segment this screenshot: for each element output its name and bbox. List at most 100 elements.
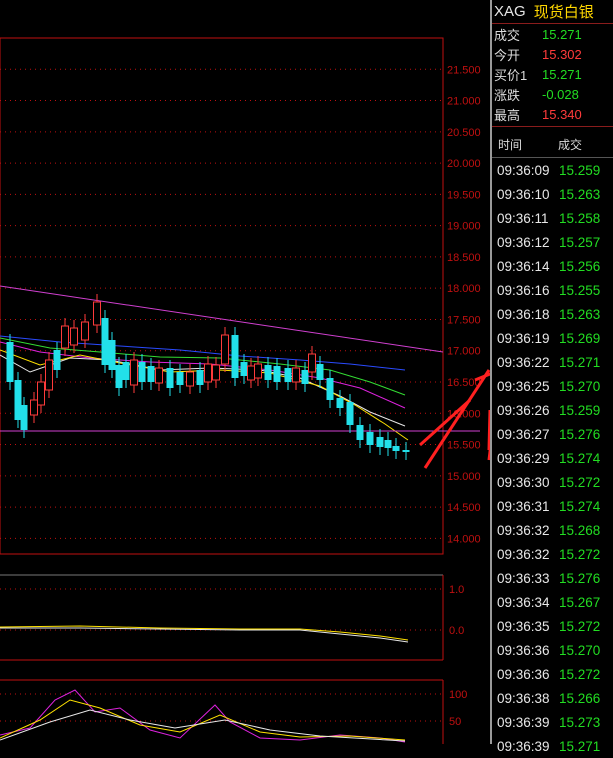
price-tick-label: 14.000 <box>447 533 481 545</box>
tick-row[interactable]: 09:36:09 15.259 <box>492 158 613 182</box>
candle-body <box>308 353 316 373</box>
tick-row[interactable]: 09:36:29 15.274 <box>492 446 613 470</box>
tick-row[interactable]: 09:36:12 15.257 <box>492 230 613 254</box>
quote-value: 15.271 <box>542 26 582 42</box>
tick-row[interactable]: 09:36:31 15.274 <box>492 494 613 518</box>
quote-side-panel: XAG 现货白银 成交 15.271 今开 15.302 买价1 15.271 涨跌 -0.0… <box>490 0 613 754</box>
candle-body <box>204 363 212 383</box>
tick-time: 09:36:34 <box>497 594 550 610</box>
candle-body <box>130 359 138 386</box>
quote-row: 买价1 15.271 <box>492 64 613 84</box>
tick-time: 09:36:32 <box>497 522 550 538</box>
tick-price: 15.267 <box>559 594 601 610</box>
candle-body <box>53 350 61 370</box>
tick-time: 09:36:12 <box>497 234 550 250</box>
candle-body <box>240 362 248 376</box>
candle-body <box>301 370 309 384</box>
price-tick-label: 20.500 <box>447 127 481 139</box>
tick-table[interactable]: 09:36:09 15.259 09:36:10 15.263 09:36:11 15.2… <box>492 158 613 758</box>
tick-row[interactable]: 09:36:25 15.270 <box>492 374 613 398</box>
candle-body <box>45 359 53 391</box>
tick-row[interactable]: 09:36:10 15.263 <box>492 182 613 206</box>
candle-body <box>30 399 38 416</box>
indicator1-tick-label: 1.0 <box>449 584 464 596</box>
tick-time: 09:36:27 <box>497 426 550 442</box>
tick-row[interactable]: 09:36:26 15.259 <box>492 398 613 422</box>
tick-time: 09:36:29 <box>497 450 550 466</box>
candle-body <box>122 362 130 380</box>
tick-time: 09:36:31 <box>497 498 550 514</box>
tick-price: 15.270 <box>559 378 601 394</box>
tick-price: 15.272 <box>559 618 601 634</box>
tick-time: 09:36:35 <box>497 618 550 634</box>
instrument-symbol: XAG <box>494 3 526 20</box>
tick-row[interactable]: 09:36:19 15.269 <box>492 326 613 350</box>
tick-row[interactable]: 09:36:32 15.272 <box>492 542 613 566</box>
candle-body <box>20 405 28 430</box>
tick-row[interactable]: 09:36:22 15.271 <box>492 350 613 374</box>
tick-time: 09:36:16 <box>497 282 550 298</box>
price-tick-label: 15.000 <box>447 471 481 483</box>
price-tick-label: 20.000 <box>447 158 481 170</box>
indicator2-k-line <box>0 689 406 743</box>
tick-row[interactable]: 09:36:39 15.273 <box>492 710 613 734</box>
candle-body <box>70 327 78 346</box>
tick-time: 09:36:38 <box>497 690 550 706</box>
quote-value: 15.271 <box>542 66 582 82</box>
tick-row[interactable]: 09:36:14 15.256 <box>492 254 613 278</box>
tick-time: 09:36:39 <box>497 738 550 754</box>
moving-average-line <box>0 337 406 396</box>
candle-body <box>247 365 255 381</box>
tick-row[interactable]: 09:36:39 15.271 <box>492 734 613 758</box>
quote-summary: 成交 15.271 今开 15.302 买价1 15.271 涨跌 -0.028 最高 15.34… <box>492 24 613 127</box>
tick-row[interactable]: 09:36:38 15.266 <box>492 686 613 710</box>
kline-chart-area[interactable]: 21.500 21.000 20.500 20.000 19.500 19.000 18.5… <box>0 0 490 744</box>
candle-body <box>138 362 146 382</box>
tick-row[interactable]: 09:36:11 15.258 <box>492 206 613 230</box>
price-tick-label: 17.500 <box>447 314 481 326</box>
kline-chart-svg[interactable]: 21.500 21.000 20.500 20.000 19.500 19.000 18.5… <box>0 0 490 744</box>
indicator2-d-line <box>0 699 406 741</box>
indicator1-tick-label: 0.0 <box>449 625 464 637</box>
tick-row[interactable]: 09:36:27 15.276 <box>492 422 613 446</box>
candle-body <box>366 432 374 445</box>
candle-body <box>273 366 281 382</box>
tick-row[interactable]: 09:36:18 15.263 <box>492 302 613 326</box>
tick-row[interactable]: 09:36:35 15.272 <box>492 614 613 638</box>
price-tick-label: 21.500 <box>447 64 481 76</box>
instrument-header[interactable]: XAG 现货白银 <box>492 0 613 24</box>
tick-row[interactable]: 09:36:34 15.267 <box>492 590 613 614</box>
price-tick-label: 17.000 <box>447 346 481 358</box>
tick-row[interactable]: 09:36:30 15.272 <box>492 470 613 494</box>
tick-price: 15.273 <box>559 714 601 730</box>
tick-price: 15.272 <box>559 546 601 562</box>
tick-row[interactable]: 09:36:32 15.268 <box>492 518 613 542</box>
tick-time: 09:36:22 <box>497 354 550 370</box>
tick-col-price: 成交 <box>558 137 583 152</box>
tick-price: 15.255 <box>559 282 601 298</box>
tick-price: 15.263 <box>559 306 601 322</box>
candle-body <box>115 365 123 388</box>
price-tick-label: 14.500 <box>447 502 481 514</box>
tick-row[interactable]: 09:36:33 15.276 <box>492 566 613 590</box>
candle-body <box>346 402 354 425</box>
candle-body <box>402 450 410 452</box>
tick-row[interactable]: 09:36:16 15.255 <box>492 278 613 302</box>
tick-row[interactable]: 09:36:36 15.270 <box>492 638 613 662</box>
tick-time: 09:36:25 <box>497 378 550 394</box>
quote-label: 涨跌 <box>494 87 521 103</box>
tick-time: 09:36:09 <box>497 162 550 178</box>
candle-body <box>81 321 89 341</box>
candle-body <box>196 370 204 385</box>
tick-price: 15.270 <box>559 642 601 658</box>
tick-price: 15.268 <box>559 522 601 538</box>
tick-time: 09:36:19 <box>497 330 550 346</box>
quote-row: 成交 15.271 <box>492 24 613 44</box>
indicator2-tick-label: 100 <box>449 689 467 701</box>
tick-time: 09:36:18 <box>497 306 550 322</box>
indicator1-signal-line <box>0 627 409 643</box>
tick-row[interactable]: 09:36:36 15.272 <box>492 662 613 686</box>
candle-body <box>166 368 174 388</box>
quote-row: 今开 15.302 <box>492 44 613 64</box>
candle-body <box>93 301 101 326</box>
